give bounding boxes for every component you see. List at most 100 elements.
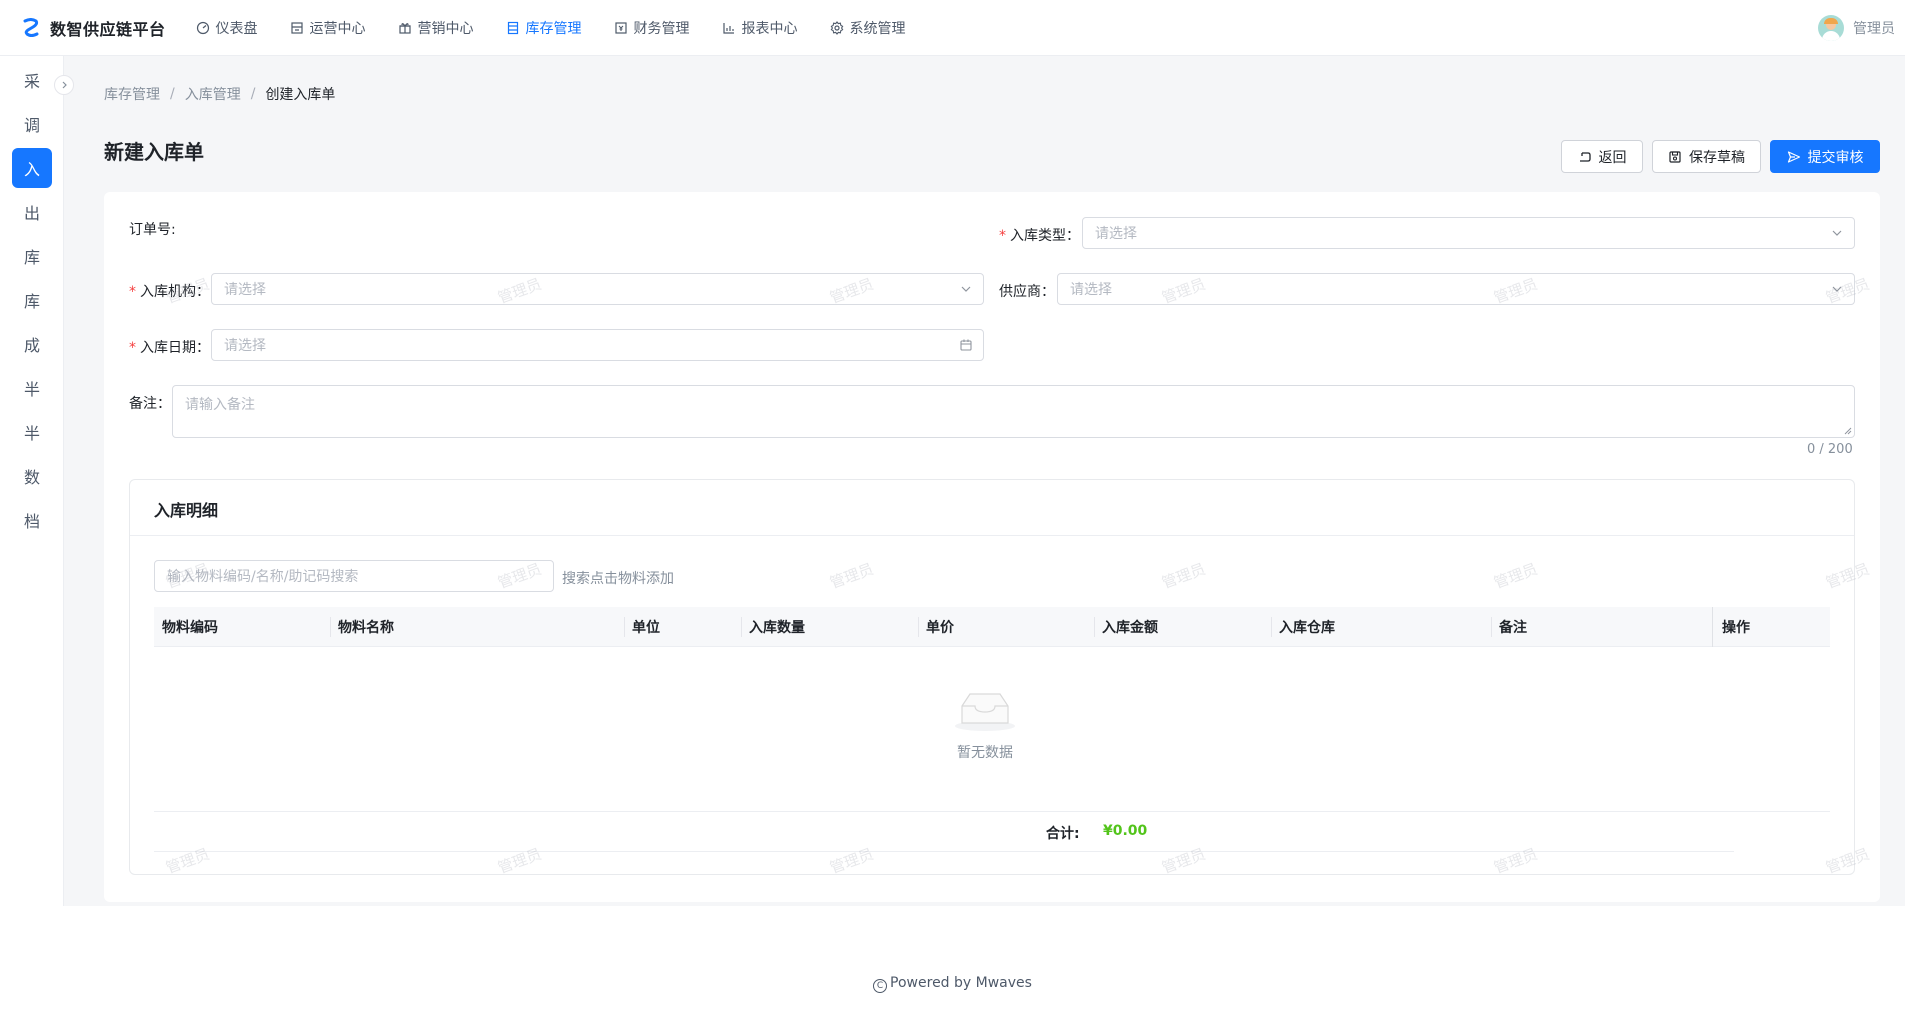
brand-logo-icon xyxy=(23,17,39,37)
empty-inbox-icon xyxy=(955,693,1015,731)
resize-handle-icon[interactable] xyxy=(1844,427,1852,435)
supplier-select[interactable]: 请选择 xyxy=(1057,273,1855,305)
inbound-type-placeholder: 请选择 xyxy=(1095,226,1137,242)
nav-label: 运营中心 xyxy=(309,20,366,37)
submit-review-label: 提交审核 xyxy=(1807,149,1864,166)
sidebar-item-semi-1[interactable]: 半 xyxy=(12,368,52,408)
brand-name: 数智供应链平台 xyxy=(50,19,166,39)
inbound-org-placeholder: 请选择 xyxy=(224,282,266,298)
column-actions: 操作 xyxy=(1722,620,1750,636)
sidebar-item-transfer[interactable]: 调 xyxy=(12,104,52,144)
divider xyxy=(154,851,1734,852)
nav-operations[interactable]: 运营中心 xyxy=(274,0,382,56)
supplier-placeholder: 请选择 xyxy=(1070,282,1112,298)
inbound-type-label: * 入库类型： xyxy=(999,225,1080,245)
chevron-down-icon xyxy=(1832,286,1842,292)
footer: C Powered by Mwaves xyxy=(0,975,1905,993)
user-name: 管理员 xyxy=(1853,21,1895,37)
remark-textarea[interactable]: 请输入备注 xyxy=(172,385,1855,438)
material-search-input[interactable]: 输入物料编码/名称/助记码搜索 xyxy=(154,560,554,592)
footer-text: Powered by Mwaves xyxy=(890,975,1032,991)
supplier-label: 供应商： xyxy=(999,284,1055,300)
user-menu[interactable]: 管理员 xyxy=(1818,0,1895,56)
nav-reports[interactable]: 报表中心 xyxy=(706,0,814,56)
search-hint: 搜索点击物料添加 xyxy=(562,571,674,587)
chevron-down-icon xyxy=(961,286,971,292)
total-label: 合计: xyxy=(1046,826,1080,842)
calendar-icon xyxy=(960,339,972,351)
submit-review-button[interactable]: 提交审核 xyxy=(1770,140,1880,173)
back-label: 返回 xyxy=(1598,149,1627,166)
sidebar-item-outbound[interactable]: 出 xyxy=(12,192,52,232)
chevron-down-icon xyxy=(1832,230,1842,236)
nav-dashboard[interactable]: 仪表盘 xyxy=(180,0,274,56)
avatar xyxy=(1818,15,1844,41)
sidebar: 采 调 入 出 库 库 成 半 半 数 档 xyxy=(0,56,64,906)
inbound-detail-card: 入库明细 输入物料编码/名称/助记码搜索 搜索点击物料添加 物料编码 物料名称 … xyxy=(129,479,1855,875)
remark-label: 备注： xyxy=(129,396,171,412)
sidebar-item-stock-1[interactable]: 库 xyxy=(12,236,52,276)
save-draft-button[interactable]: 保存草稿 xyxy=(1652,140,1761,173)
sidebar-item-archive[interactable]: 档 xyxy=(12,500,52,540)
divider xyxy=(154,811,1830,812)
sidebar-item-purchase[interactable]: 采 xyxy=(12,60,52,100)
breadcrumb-inventory[interactable]: 库存管理 xyxy=(104,84,160,104)
required-mark: * xyxy=(999,228,1006,244)
breadcrumb-inbound[interactable]: 入库管理 xyxy=(185,84,241,104)
nav-marketing[interactable]: 营销中心 xyxy=(382,0,490,56)
inbound-date-label: * 入库日期： xyxy=(129,337,210,357)
total-value: ¥0.00 xyxy=(1103,823,1148,839)
chevron-right-icon xyxy=(62,81,67,89)
divider xyxy=(130,535,1854,536)
breadcrumb-separator: / xyxy=(170,86,175,102)
brand[interactable]: 数智供应链平台 xyxy=(0,16,166,40)
back-button[interactable]: 返回 xyxy=(1561,140,1643,173)
inbound-type-select[interactable]: 请选择 xyxy=(1082,217,1855,249)
nav-system[interactable]: 系统管理 xyxy=(814,0,922,56)
sidebar-item-finished[interactable]: 成 xyxy=(12,324,52,364)
table-header: 物料编码 物料名称 单位 入库数量 单价 入库金额 入库仓库 备注 操作 xyxy=(154,607,1830,647)
nav-label: 报表中心 xyxy=(741,20,798,37)
sidebar-item-inbound[interactable]: 入 xyxy=(12,148,52,188)
gear-icon xyxy=(830,20,843,35)
remark-placeholder: 请输入备注 xyxy=(185,397,255,413)
sidebar-item-data[interactable]: 数 xyxy=(12,456,52,496)
inbound-date-text: 入库日期： xyxy=(140,340,210,356)
sidebar-item-stock-2[interactable]: 库 xyxy=(12,280,52,320)
breadcrumb-current: 创建入库单 xyxy=(265,87,336,103)
nav-label: 营销中心 xyxy=(417,20,474,37)
column-warehouse: 入库仓库 xyxy=(1279,620,1335,636)
nav-inventory[interactable]: 库存管理 xyxy=(490,0,598,56)
column-material-code: 物料编码 xyxy=(162,620,218,636)
nav-label: 系统管理 xyxy=(849,20,906,37)
inbound-date-placeholder: 请选择 xyxy=(224,338,266,354)
required-mark: * xyxy=(129,284,136,300)
inbound-org-text: 入库机构： xyxy=(140,284,210,300)
inbound-org-label: * 入库机构： xyxy=(129,281,210,301)
material-search-placeholder: 输入物料编码/名称/助记码搜索 xyxy=(167,569,359,585)
dashboard-icon xyxy=(196,21,209,34)
required-mark: * xyxy=(129,340,136,356)
chart-icon xyxy=(722,22,734,34)
sidebar-expand-button[interactable] xyxy=(54,75,74,95)
inventory-icon xyxy=(507,21,518,34)
top-navbar: 数智供应链平台 仪表盘 运营中心 营销中心 库存管理 财务管理 报表中心 系统管… xyxy=(0,0,1905,56)
inbound-type-text: 入库类型： xyxy=(1010,228,1080,244)
nav-label: 仪表盘 xyxy=(215,20,258,37)
column-remark: 备注 xyxy=(1499,620,1527,636)
inbound-org-select[interactable]: 请选择 xyxy=(211,273,984,305)
nav-label: 库存管理 xyxy=(525,20,582,37)
column-material-name: 物料名称 xyxy=(338,620,394,636)
inbound-date-picker[interactable]: 请选择 xyxy=(211,329,984,361)
gift-icon xyxy=(398,22,411,34)
store-icon xyxy=(290,21,303,34)
main-nav: 仪表盘 运营中心 营销中心 库存管理 财务管理 报表中心 系统管理 xyxy=(180,0,922,56)
copyright-icon: C xyxy=(873,979,888,993)
finance-icon xyxy=(614,21,627,34)
empty-text: 暂无数据 xyxy=(957,745,1013,761)
order-no-label: 订单号: xyxy=(129,222,176,238)
empty-state: 暂无数据 xyxy=(945,690,1025,762)
sidebar-item-semi-2[interactable]: 半 xyxy=(12,412,52,452)
column-unit: 单位 xyxy=(632,620,660,636)
nav-finance[interactable]: 财务管理 xyxy=(598,0,706,56)
